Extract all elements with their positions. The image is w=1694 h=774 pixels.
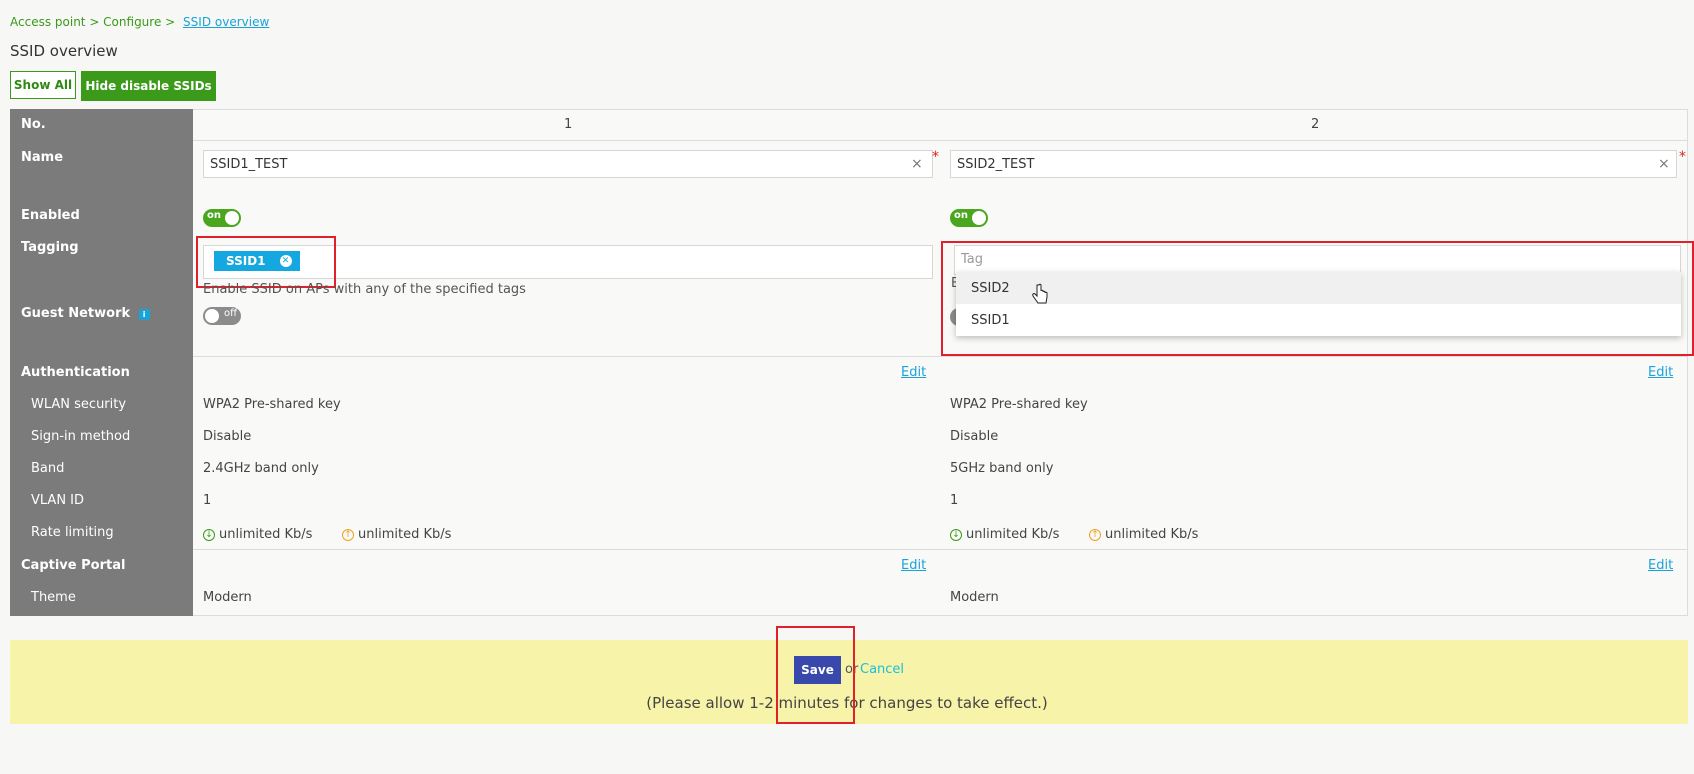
column-number-2: 2 <box>1311 117 1320 132</box>
row-label-guest-network: Guest Network i <box>21 306 150 321</box>
download-arrow-icon: ↓ <box>203 528 215 541</box>
ssid1-guest-network-toggle[interactable]: off <box>203 307 241 325</box>
ssid2-rate-upload: ↑ unlimited Kb/s <box>1089 527 1198 542</box>
ssid2-name-input[interactable]: SSID2_TEST <box>950 150 1677 178</box>
highlight-box <box>196 236 336 288</box>
divider <box>193 356 1687 357</box>
row-label-wlan-security: WLAN security <box>31 397 127 412</box>
ssid2-rate-download: ↓ unlimited Kb/s <box>950 527 1059 542</box>
toggle-knob <box>205 309 219 323</box>
breadcrumb: Access point > Configure > SSID overview <box>10 15 269 29</box>
ssid2-enabled-toggle[interactable]: on <box>950 209 988 227</box>
required-marker: * <box>932 149 939 165</box>
ssid1-enabled-toggle[interactable]: on <box>203 209 241 227</box>
row-label-sign-in-method: Sign-in method <box>31 429 131 444</box>
row-label-vlan-id: VLAN ID <box>31 493 85 508</box>
ssid1-sign-in-method: Disable <box>203 429 252 444</box>
ssid1-tag-hint: Enable SSID on APs with any of the speci… <box>203 282 526 297</box>
ssid1-authentication-edit-link[interactable]: Edit <box>901 365 926 380</box>
row-label-authentication: Authentication <box>21 365 130 380</box>
download-arrow-icon: ↓ <box>950 528 962 541</box>
upload-arrow-icon: ↑ <box>342 528 354 541</box>
row-label-enabled: Enabled <box>21 208 80 223</box>
ssid1-captive-portal-edit-link[interactable]: Edit <box>901 558 926 573</box>
highlight-box <box>941 241 1694 356</box>
toggle-text: on <box>954 210 968 221</box>
rate-value: unlimited Kb/s <box>219 527 313 542</box>
row-label-name: Name <box>21 150 64 165</box>
column-number-1: 1 <box>564 117 573 132</box>
ssid1-rate-download: ↓ unlimited Kb/s <box>203 527 312 542</box>
ssid2-sign-in-method: Disable <box>950 429 999 444</box>
ssid2-band: 5GHz band only <box>950 461 1054 476</box>
ssid1-wlan-security: WPA2 Pre-shared key <box>203 397 341 412</box>
breadcrumb-current[interactable]: SSID overview <box>183 15 269 29</box>
row-label-band: Band <box>31 461 65 476</box>
ssid1-name-input[interactable]: SSID1_TEST <box>203 150 933 178</box>
toggle-text: on <box>207 210 221 221</box>
ssid1-theme: Modern <box>203 590 252 605</box>
ssid1-band: 2.4GHz band only <box>203 461 319 476</box>
cancel-link[interactable]: Cancel <box>860 662 904 677</box>
row-label-captive-portal: Captive Portal <box>21 558 126 573</box>
page-title: SSID overview <box>10 42 118 60</box>
ssid2-captive-portal-edit-link[interactable]: Edit <box>1648 558 1673 573</box>
ssid2-clear-icon[interactable]: × <box>1658 156 1670 172</box>
upload-arrow-icon: ↑ <box>1089 528 1101 541</box>
ssid2-vlan-id: 1 <box>950 493 959 508</box>
toggle-knob <box>225 211 239 225</box>
highlight-box <box>776 626 855 724</box>
rate-value: unlimited Kb/s <box>358 527 452 542</box>
row-label-theme: Theme <box>31 590 76 605</box>
row-label-tagging: Tagging <box>21 240 79 255</box>
row-label-no: No. <box>21 117 46 132</box>
divider <box>193 140 1687 141</box>
ssid2-theme: Modern <box>950 590 999 605</box>
toggle-knob <box>972 211 986 225</box>
required-marker: * <box>1679 149 1686 165</box>
ssid2-wlan-security: WPA2 Pre-shared key <box>950 397 1088 412</box>
rate-value: unlimited Kb/s <box>966 527 1060 542</box>
divider <box>193 549 1687 550</box>
hide-disabled-ssids-button[interactable]: Hide disable SSIDs <box>81 71 216 101</box>
ssid1-rate-upload: ↑ unlimited Kb/s <box>342 527 451 542</box>
info-icon[interactable]: i <box>138 309 150 320</box>
rate-value: unlimited Kb/s <box>1105 527 1199 542</box>
ssid1-vlan-id: 1 <box>203 493 212 508</box>
guest-network-label: Guest Network <box>21 306 131 321</box>
toggle-text: off <box>223 308 237 319</box>
ssid1-clear-icon[interactable]: × <box>911 156 923 172</box>
row-label-rate-limiting: Rate limiting <box>31 525 114 540</box>
ssid2-authentication-edit-link[interactable]: Edit <box>1648 365 1673 380</box>
show-all-button[interactable]: Show All <box>10 71 76 99</box>
breadcrumb-path[interactable]: Access point > Configure > <box>10 15 175 29</box>
